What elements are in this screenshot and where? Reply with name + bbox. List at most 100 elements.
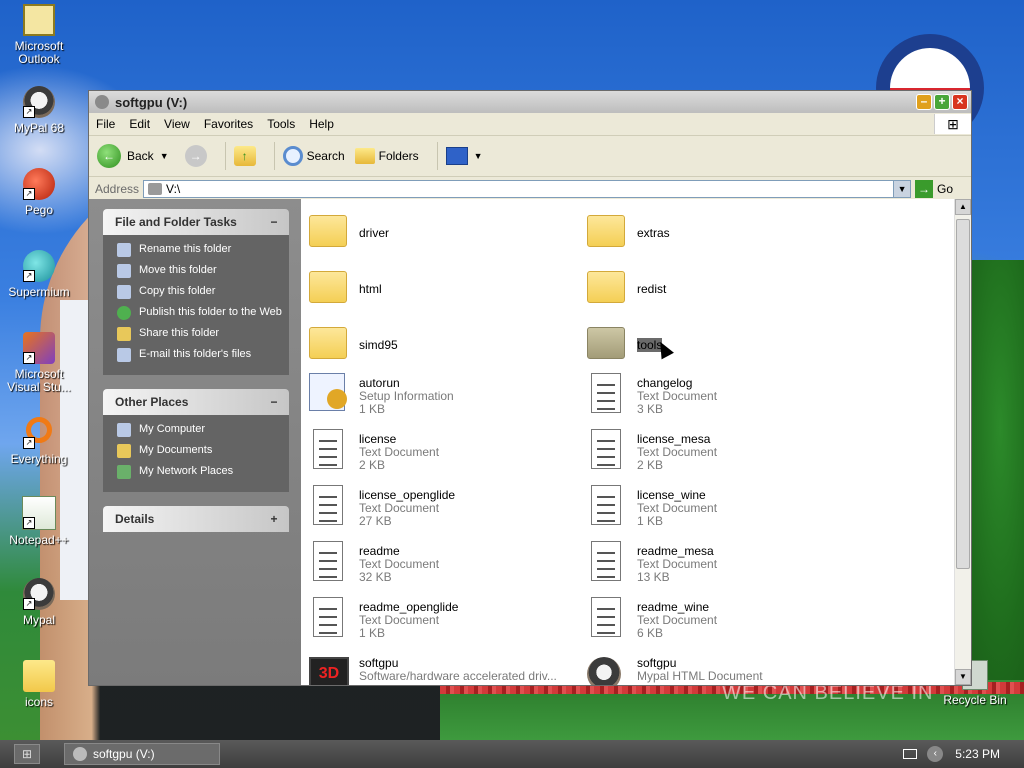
address-dropdown-button[interactable]: ▼: [893, 181, 911, 197]
computer-icon: [117, 423, 131, 437]
menu-file[interactable]: File: [89, 117, 122, 131]
forward-button[interactable]: →: [184, 145, 207, 167]
menu-tools[interactable]: Tools: [260, 117, 302, 131]
list-item-file-autorun[interactable]: autorun Setup Information 1 KB: [309, 373, 587, 423]
text-document-icon: [591, 429, 621, 469]
folder-icon: [587, 327, 625, 359]
desktop-icon-supermium[interactable]: ↗ Supermium: [0, 250, 78, 299]
panel-header[interactable]: Details +: [103, 506, 289, 532]
scroll-thumb[interactable]: [956, 219, 970, 569]
taskbar-button-softgpu[interactable]: softgpu (V:): [64, 743, 220, 765]
list-item-file-readme-openglide[interactable]: readme_openglide Text Document 1 KB: [309, 597, 587, 647]
move-icon: [117, 264, 131, 278]
desktop-icon-mypal68[interactable]: ↗ MyPal 68: [0, 86, 78, 135]
list-item-folder-simd95[interactable]: simd95: [309, 321, 587, 371]
start-button[interactable]: ⊞: [14, 744, 40, 764]
list-item-file-license-openglide[interactable]: license_openglide Text Document 27 KB: [309, 485, 587, 535]
task-share-folder[interactable]: Share this folder: [117, 327, 283, 341]
menu-favorites[interactable]: Favorites: [197, 117, 260, 131]
copy-icon: [117, 285, 131, 299]
list-item-file-readme-mesa[interactable]: readme_mesa Text Document 13 KB: [587, 541, 865, 591]
go-button[interactable]: → Go: [915, 180, 953, 198]
place-my-computer[interactable]: My Computer: [117, 423, 283, 437]
list-item-folder-extras[interactable]: extras: [587, 209, 865, 259]
notepad-icon: ↗: [22, 496, 56, 530]
task-publish-folder[interactable]: Publish this folder to the Web: [117, 306, 283, 320]
task-move-folder[interactable]: Move this folder: [117, 264, 283, 278]
list-item-file-license[interactable]: license Text Document 2 KB: [309, 429, 587, 479]
desktop-icon-visual-studio[interactable]: ↗ Microsoft Visual Stu...: [0, 332, 78, 394]
list-item-file-license-wine[interactable]: license_wine Text Document 1 KB: [587, 485, 865, 535]
desktop-icon-pego[interactable]: ↗ Pego: [0, 168, 78, 217]
keyboard-icon[interactable]: [903, 749, 918, 759]
vertical-scrollbar[interactable]: ▲ ▼: [954, 199, 971, 685]
raccoon-icon: ↗: [23, 578, 55, 610]
minimize-button[interactable]: –: [916, 94, 932, 110]
taskbar: ⊞ softgpu (V:) ‹ 5:23 PM: [0, 740, 1024, 768]
back-arrow-icon: ←: [97, 144, 121, 168]
task-rename-folder[interactable]: Rename this folder: [117, 243, 283, 257]
desktop-icon-icons-folder[interactable]: icons: [0, 660, 78, 709]
folder-icon: [23, 660, 55, 692]
email-icon: [117, 348, 131, 362]
close-button[interactable]: ×: [952, 94, 968, 110]
list-item-folder-redist[interactable]: redist: [587, 265, 865, 315]
documents-icon: [117, 444, 131, 458]
menu-view[interactable]: View: [157, 117, 197, 131]
list-item-file-readme[interactable]: readme Text Document 32 KB: [309, 541, 587, 591]
place-my-network-places[interactable]: My Network Places: [117, 465, 283, 479]
up-folder-icon: ↑: [233, 146, 256, 166]
window-title: softgpu (V:): [115, 94, 188, 110]
desktop-icon-everything[interactable]: ↗ Everything: [0, 414, 78, 466]
folders-button[interactable]: Folders: [354, 148, 419, 164]
text-document-icon: [591, 541, 621, 581]
collapse-icon[interactable]: −: [265, 393, 283, 411]
list-item-file-softgpu-html[interactable]: softgpu Mypal HTML Document: [587, 653, 865, 685]
folder-icon: [587, 271, 625, 303]
show-hidden-icons-button[interactable]: ‹: [927, 746, 944, 762]
list-item-folder-driver[interactable]: driver: [309, 209, 587, 259]
place-my-documents[interactable]: My Documents: [117, 444, 283, 458]
explorer-window: softgpu (V:) – + × File Edit View Favori…: [88, 90, 972, 686]
panel-header[interactable]: Other Places −: [103, 389, 289, 415]
drive-icon: [73, 747, 87, 761]
desktop-icon-mypal[interactable]: ↗ Mypal: [0, 578, 78, 627]
list-item-file-softgpu-exe[interactable]: 3D softgpu Software/hardware accelerated …: [309, 653, 587, 685]
address-field[interactable]: V:\ ▼: [143, 180, 912, 198]
task-email-files[interactable]: E-mail this folder's files: [117, 348, 283, 362]
panel-header[interactable]: File and Folder Tasks −: [103, 209, 289, 235]
list-item-folder-html[interactable]: html: [309, 265, 587, 315]
desktop-icon-notepad[interactable]: ↗ Notepad++: [0, 496, 78, 547]
back-dropdown-icon[interactable]: ▼: [160, 151, 169, 161]
views-button[interactable]: ▼: [445, 147, 489, 165]
drive-icon: [95, 95, 109, 109]
maximize-button[interactable]: +: [934, 94, 950, 110]
list-item-file-readme-wine[interactable]: readme_wine Text Document 6 KB: [587, 597, 865, 647]
expand-icon[interactable]: +: [265, 510, 283, 528]
network-icon: [117, 465, 131, 479]
menu-edit[interactable]: Edit: [122, 117, 157, 131]
forward-arrow-icon: →: [184, 145, 207, 167]
scroll-down-button[interactable]: ▼: [955, 669, 971, 685]
file-list: driver extras html redist simd95 tools a…: [301, 199, 955, 685]
desktop-icon-outlook[interactable]: Microsoft Outlook: [0, 4, 78, 66]
search-button[interactable]: Search: [282, 146, 345, 166]
back-button[interactable]: ← Back ▼: [97, 144, 175, 168]
task-copy-folder[interactable]: Copy this folder: [117, 285, 283, 299]
windows-logo-icon: ⊞: [934, 114, 971, 134]
menu-help[interactable]: Help: [302, 117, 341, 131]
collapse-icon[interactable]: −: [265, 213, 283, 231]
supermium-icon: ↗: [23, 250, 55, 282]
up-button[interactable]: ↑: [233, 146, 256, 166]
setup-info-icon: [309, 373, 345, 411]
other-places-panel: Other Places − My Computer My Documents …: [103, 389, 289, 492]
title-bar[interactable]: softgpu (V:) – + ×: [89, 91, 971, 113]
file-folder-tasks-panel: File and Folder Tasks − Rename this fold…: [103, 209, 289, 375]
share-icon: [117, 327, 131, 341]
list-item-folder-tools[interactable]: tools: [587, 321, 865, 371]
scroll-up-button[interactable]: ▲: [955, 199, 971, 215]
list-item-file-license-mesa[interactable]: license_mesa Text Document 2 KB: [587, 429, 865, 479]
list-item-file-changelog[interactable]: changelog Text Document 3 KB: [587, 373, 865, 423]
folder-icon: [309, 271, 347, 303]
clock[interactable]: 5:23 PM: [955, 747, 1000, 761]
